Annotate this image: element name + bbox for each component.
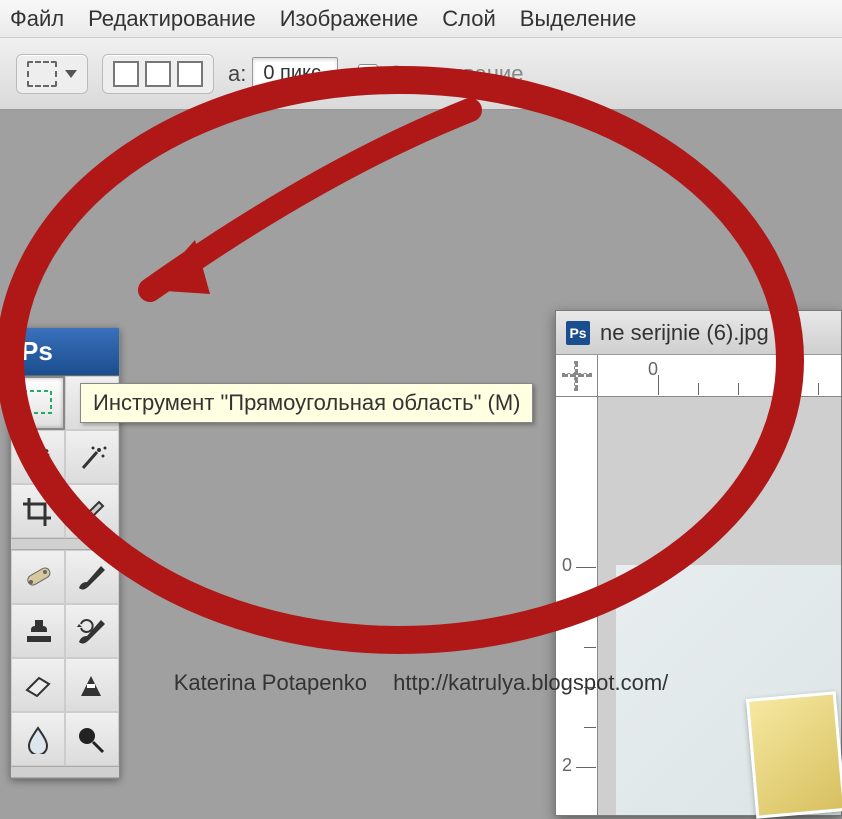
tool-wand[interactable]	[65, 430, 119, 484]
document-titlebar[interactable]: Ps ne serijnie (6).jpg	[556, 311, 841, 355]
tool-blur[interactable]	[11, 712, 65, 766]
ruler-mark: 0	[648, 359, 658, 380]
photo-preview	[746, 691, 842, 818]
tool-marquee[interactable]	[11, 376, 65, 430]
slice-icon	[75, 496, 109, 526]
selection-mode-group	[102, 54, 214, 94]
add-selection-icon[interactable]	[145, 61, 171, 87]
tool-dodge[interactable]	[65, 712, 119, 766]
options-bar: а: 0 пикс. Сглаживание	[0, 38, 842, 110]
ruler-corner[interactable]	[556, 355, 598, 397]
stamp-icon	[21, 616, 55, 646]
tool-history-brush[interactable]	[65, 604, 119, 658]
ruler-left[interactable]: 0 2	[556, 397, 598, 815]
author-name: Katerina Potapenko	[174, 670, 367, 695]
marquee-icon	[27, 61, 57, 87]
antialias-label: Сглаживание	[388, 61, 524, 87]
menu-layer[interactable]: Слой	[442, 6, 496, 32]
feather-label: а:	[228, 61, 246, 87]
ruler-mark: 2	[562, 755, 572, 776]
tool-panel-header: Ps	[11, 328, 119, 376]
tool-lasso[interactable]	[11, 430, 65, 484]
menu-file[interactable]: Файл	[10, 6, 64, 32]
tool-separator	[11, 538, 119, 550]
crop-icon	[21, 496, 55, 526]
antialias-checkbox-group: Сглаживание	[358, 61, 524, 87]
subtract-selection-icon[interactable]	[177, 61, 203, 87]
tool-slice[interactable]	[65, 484, 119, 538]
antialias-checkbox[interactable]	[358, 64, 378, 84]
tool-crop[interactable]	[11, 484, 65, 538]
healing-icon	[21, 562, 55, 592]
brush-icon	[75, 562, 109, 592]
attribution: Katerina Potapenko http://katrulya.blogs…	[0, 670, 842, 696]
marquee-icon	[21, 389, 55, 417]
document-window: Ps ne serijnie (6).jpg 0 2 0 2	[555, 310, 842, 816]
blur-icon	[21, 724, 55, 754]
dodge-icon	[75, 724, 109, 754]
workspace: Ps	[0, 110, 842, 706]
tool-separator	[11, 766, 119, 778]
tool-preset-dropdown[interactable]	[16, 54, 88, 94]
wand-icon	[75, 442, 109, 472]
menu-edit[interactable]: Редактирование	[88, 6, 256, 32]
menu-image[interactable]: Изображение	[280, 6, 419, 32]
ps-badge-icon: Ps	[566, 321, 590, 345]
ruler-top[interactable]: 0 2	[598, 355, 841, 397]
feather-input[interactable]: 0 пикс.	[252, 57, 337, 90]
new-selection-icon[interactable]	[113, 61, 139, 87]
tool-brush[interactable]	[65, 550, 119, 604]
history-brush-icon	[75, 616, 109, 646]
ruler-mark: 0	[562, 555, 572, 576]
document-title: ne serijnie (6).jpg	[600, 320, 769, 346]
tool-healing[interactable]	[11, 550, 65, 604]
lasso-icon	[21, 442, 55, 472]
menubar: Файл Редактирование Изображение Слой Выд…	[0, 0, 842, 38]
tooltip: Инструмент "Прямоугольная область" (M)	[80, 383, 533, 423]
canvas-area: 0 2 0 2	[556, 355, 841, 815]
menu-select[interactable]: Выделение	[520, 6, 637, 32]
author-url: http://katrulya.blogspot.com/	[393, 670, 668, 695]
chevron-down-icon	[65, 70, 77, 78]
tool-stamp[interactable]	[11, 604, 65, 658]
